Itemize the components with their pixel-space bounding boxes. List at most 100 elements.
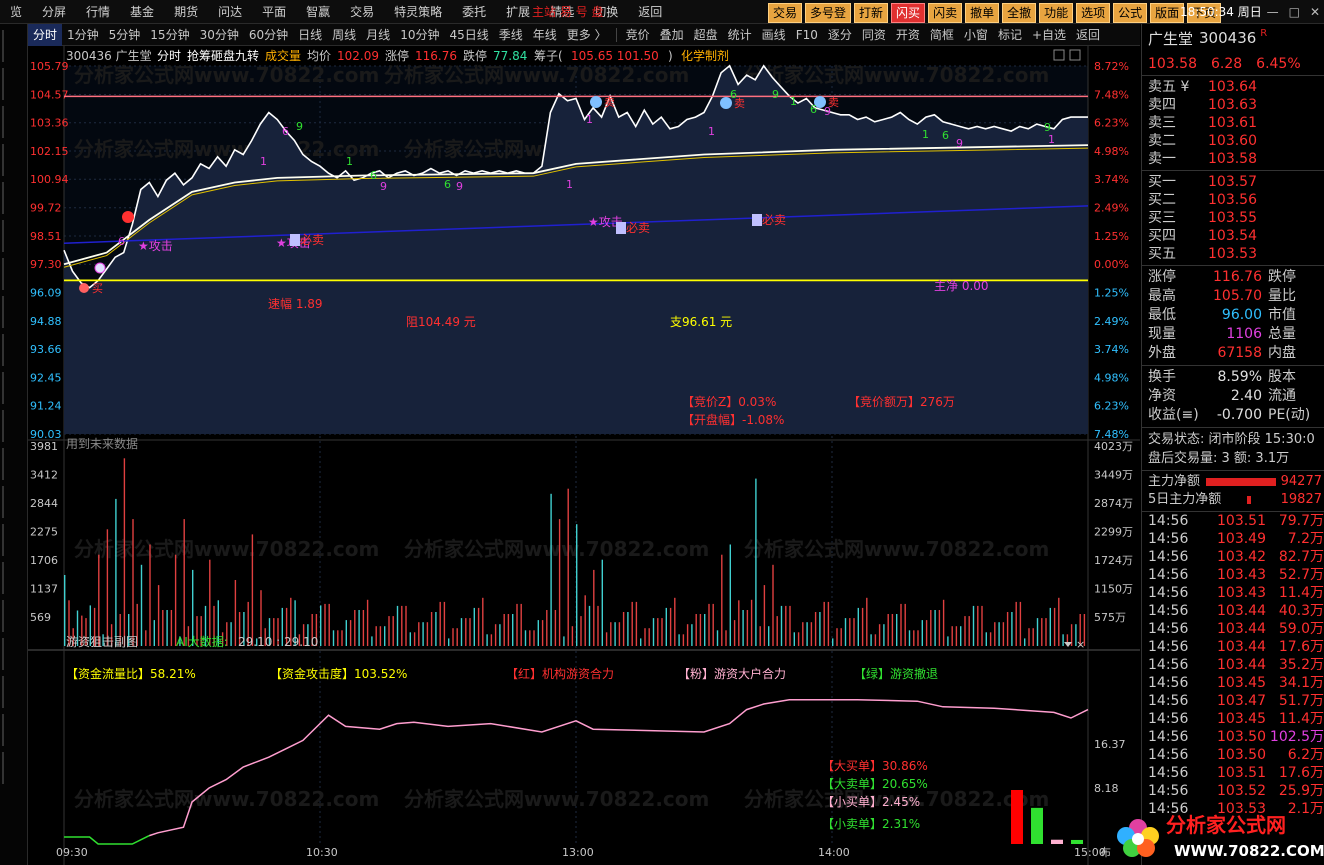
close-icon[interactable]: ✕ <box>1310 0 1320 24</box>
period-tab[interactable]: 更多 〉 <box>562 24 612 46</box>
period-tab[interactable]: 15分钟 <box>145 24 194 46</box>
menu-item[interactable]: 委托 <box>452 0 496 24</box>
left-tool-tab[interactable] <box>2 486 26 518</box>
volume-axis-label-right: 3449万 <box>1094 469 1133 482</box>
menu-item[interactable]: 览 <box>0 0 32 24</box>
left-tool-tab[interactable] <box>2 68 26 100</box>
left-tool-tab[interactable] <box>2 448 26 480</box>
period-tab[interactable]: 5分钟 <box>104 24 146 46</box>
bid-row[interactable]: 买五 103.53 <box>1142 245 1324 263</box>
ask-row[interactable]: 卖二 103.60 <box>1142 132 1324 150</box>
quick-button[interactable]: 打新 <box>854 3 889 23</box>
volume-bar <box>742 610 744 646</box>
volume-bar <box>413 632 416 646</box>
must-sell-label: 必卖 <box>762 213 786 227</box>
period-tab[interactable]: 日线 <box>293 24 327 46</box>
left-tool-tab[interactable] <box>2 714 26 746</box>
quick-button[interactable]: 交易 <box>768 3 803 23</box>
ask-label: 卖三 <box>1148 115 1176 131</box>
quick-button[interactable]: 多号登 <box>805 3 852 23</box>
tool-tab[interactable]: 超盘 <box>689 24 723 46</box>
left-tool-tab[interactable] <box>2 676 26 708</box>
minimize-icon[interactable]: — <box>1267 0 1279 24</box>
tool-tab[interactable]: F10 <box>791 24 823 46</box>
bid-row[interactable]: 买三 103.55 <box>1142 209 1324 227</box>
menu-item[interactable]: 返回 <box>628 0 672 24</box>
quick-button[interactable]: 选项 <box>1076 3 1111 23</box>
volume-bar <box>234 580 237 646</box>
tool-tab[interactable]: 开资 <box>891 24 925 46</box>
quick-button[interactable]: 公式 <box>1113 3 1148 23</box>
period-tab[interactable]: 年线 <box>528 24 562 46</box>
left-tool-tab[interactable] <box>2 562 26 594</box>
menu-item[interactable]: 行情 <box>76 0 120 24</box>
period-tab[interactable]: 1分钟 <box>62 24 104 46</box>
ask-row[interactable]: 卖四 103.63 <box>1142 96 1324 114</box>
left-tool-tab[interactable] <box>2 296 26 328</box>
tool-tab[interactable]: 逐分 <box>823 24 857 46</box>
menu-item[interactable]: 分屏 <box>32 0 76 24</box>
left-tool-tab[interactable] <box>2 258 26 290</box>
tool-tab[interactable]: 小窗 <box>959 24 993 46</box>
watermark-text: 分析家公式网www.70822.com <box>744 63 1049 87</box>
period-tab[interactable]: 季线 <box>494 24 528 46</box>
tool-tab[interactable]: +自选 <box>1027 24 1071 46</box>
tool-tab[interactable]: 同资 <box>857 24 891 46</box>
intraday-chart-svg[interactable]: 分析家公式网www.70822.com 分析家公式网www.70822.com 分析… <box>28 46 1140 865</box>
tool-tab[interactable]: 叠加 <box>655 24 689 46</box>
menu-item[interactable]: 基金 <box>120 0 164 24</box>
period-tab[interactable]: 60分钟 <box>244 24 293 46</box>
intraday-chart-area[interactable]: 分析家公式网www.70822.com 分析家公式网www.70822.com 分析… <box>28 46 1140 865</box>
left-tool-tab[interactable] <box>2 30 26 62</box>
left-tool-tab[interactable] <box>2 106 26 138</box>
bid-row[interactable]: 买二 103.56 <box>1142 191 1324 209</box>
left-tool-tab[interactable] <box>2 600 26 632</box>
menu-item[interactable]: 特灵策略 <box>384 0 452 24</box>
tool-tab[interactable]: 标记 <box>993 24 1027 46</box>
period-tab[interactable]: 周线 <box>327 24 361 46</box>
period-tab[interactable]: 45日线 <box>444 24 493 46</box>
tick-list[interactable]: 14:56 103.51 79.7万 14:56 103.49 7.2万 14:56 103.… <box>1142 512 1324 818</box>
bid-row[interactable]: 买四 103.54 <box>1142 227 1324 245</box>
volume-bar <box>849 618 851 646</box>
left-tool-tab[interactable] <box>2 182 26 214</box>
menu-item[interactable]: 交易 <box>340 0 384 24</box>
volume-bar <box>1053 607 1056 646</box>
tick-volume: 7.2万 <box>1287 531 1324 547</box>
menu-item[interactable]: 智赢 <box>296 0 340 24</box>
ask-row[interactable]: 卖一 103.58 <box>1142 150 1324 168</box>
left-tool-tab[interactable] <box>2 144 26 176</box>
quick-button[interactable]: 撤单 <box>965 3 1000 23</box>
menu-item[interactable]: 平面 <box>252 0 296 24</box>
period-tab[interactable]: 30分钟 <box>195 24 244 46</box>
period-tab[interactable]: 10分钟 <box>395 24 444 46</box>
header-sector: 化学制剂 <box>681 48 729 63</box>
ask-row[interactable]: 卖三 103.61 <box>1142 114 1324 132</box>
quick-button[interactable]: 功能 <box>1039 3 1074 23</box>
left-tool-tab[interactable] <box>2 220 26 252</box>
menu-item[interactable]: 问达 <box>208 0 252 24</box>
tool-tab[interactable]: 简框 <box>925 24 959 46</box>
left-tool-tab[interactable] <box>2 638 26 670</box>
left-tool-tab[interactable] <box>2 752 26 784</box>
ask-row[interactable]: 卖五 ¥ 103.64 <box>1142 78 1324 96</box>
sub-chart-close-icon[interactable]: × <box>1076 638 1085 651</box>
left-tool-tab[interactable] <box>2 410 26 442</box>
quick-button[interactable]: 全撤 <box>1002 3 1037 23</box>
bid-row[interactable]: 买一 103.57 <box>1142 173 1324 191</box>
tool-tab[interactable]: 统计 <box>723 24 757 46</box>
tool-tab[interactable]: 返回 <box>1071 24 1105 46</box>
tool-tab[interactable]: 画线 <box>757 24 791 46</box>
nine-turn-counter: 1 <box>586 113 593 126</box>
left-tool-tab[interactable] <box>2 334 26 366</box>
maximize-icon[interactable]: □ <box>1289 0 1300 24</box>
left-tool-tab[interactable] <box>2 524 26 556</box>
left-tool-tab[interactable] <box>2 372 26 404</box>
tool-tab[interactable]: 竞价 <box>621 24 655 46</box>
period-tab[interactable]: 月线 <box>361 24 395 46</box>
period-tab[interactable]: 分时 <box>28 23 63 46</box>
menu-item[interactable]: 期货 <box>164 0 208 24</box>
quick-button[interactable]: 闪买 <box>891 3 926 23</box>
quick-button[interactable]: 闪卖 <box>928 3 963 23</box>
ask-price: 103.63 <box>1208 97 1257 113</box>
